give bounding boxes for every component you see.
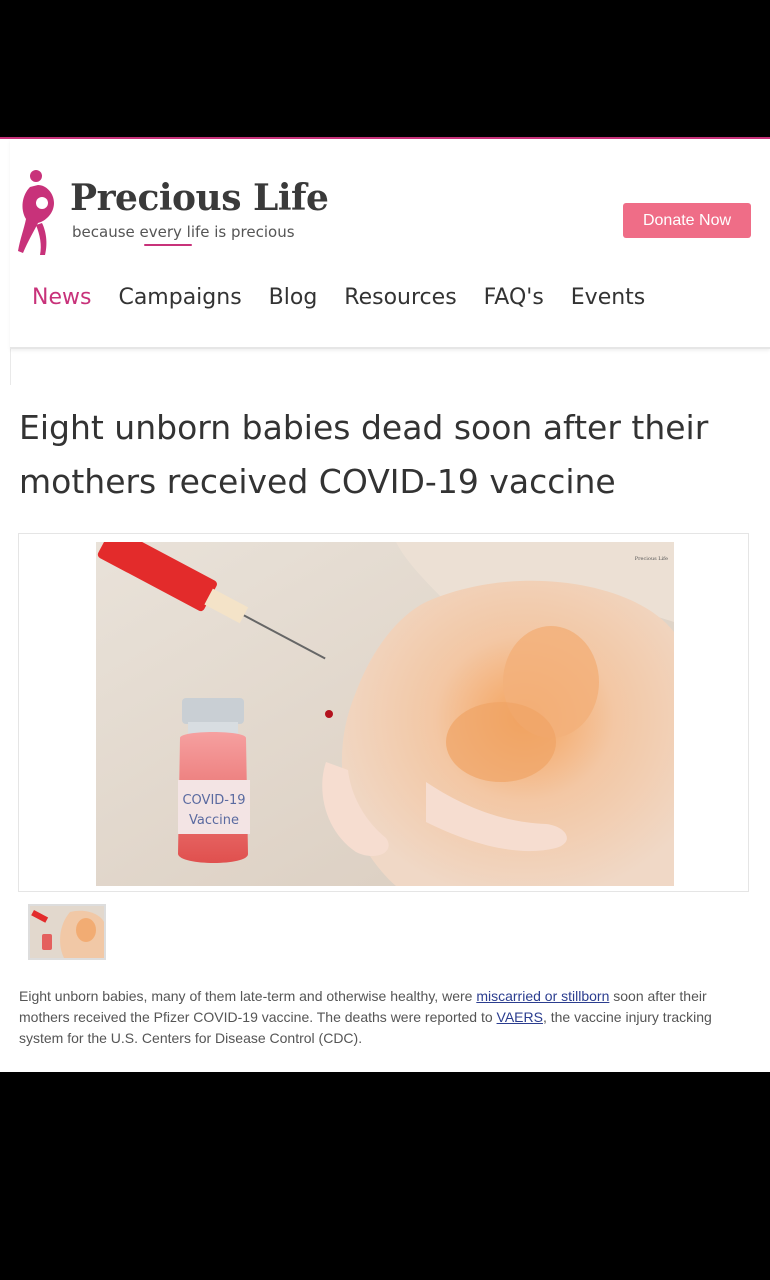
- logo-tagline: because every life is precious: [72, 223, 295, 241]
- main-nav: News Campaigns Blog Resources FAQ's Even…: [32, 281, 672, 315]
- image-watermark: Precious Life: [635, 556, 668, 562]
- thumbnail-illustration: [30, 906, 104, 958]
- article-hero-image[interactable]: COVID-19 Vaccine Precious Life: [18, 533, 749, 892]
- vaers-link[interactable]: VAERS: [497, 1009, 543, 1025]
- tagline-underline: [144, 244, 192, 246]
- image-thumbnail[interactable]: [28, 904, 106, 960]
- miscarried-or-stillborn-link[interactable]: miscarried or stillborn: [476, 988, 609, 1004]
- nav-item-campaigns[interactable]: Campaigns: [118, 281, 241, 315]
- site-logo[interactable]: Precious Life because every life is prec…: [16, 167, 329, 257]
- vial-label-line1: COVID-19: [182, 793, 245, 808]
- nav-item-faqs[interactable]: FAQ's: [484, 281, 544, 315]
- article-paragraph: Eight unborn babies, many of them late-t…: [19, 986, 747, 1049]
- nav-item-blog[interactable]: Blog: [269, 281, 318, 315]
- logo-title: Precious Life: [70, 177, 329, 219]
- nav-item-resources[interactable]: Resources: [344, 281, 456, 315]
- hero-illustration: COVID-19 Vaccine Precious Life: [96, 542, 674, 886]
- donate-now-button[interactable]: Donate Now: [623, 203, 751, 238]
- webpage: Precious Life because every life is prec…: [0, 137, 770, 1072]
- article-title: Eight unborn babies dead soon after thei…: [19, 408, 709, 501]
- nav-item-events[interactable]: Events: [571, 281, 646, 315]
- vial-label-line2: Vaccine: [189, 813, 239, 828]
- site-header: Precious Life because every life is prec…: [10, 139, 770, 349]
- paragraph-text-1: Eight unborn babies, many of them late-t…: [19, 988, 477, 1004]
- nav-item-news[interactable]: News: [32, 281, 91, 315]
- logo-figure-icon: [18, 170, 54, 255]
